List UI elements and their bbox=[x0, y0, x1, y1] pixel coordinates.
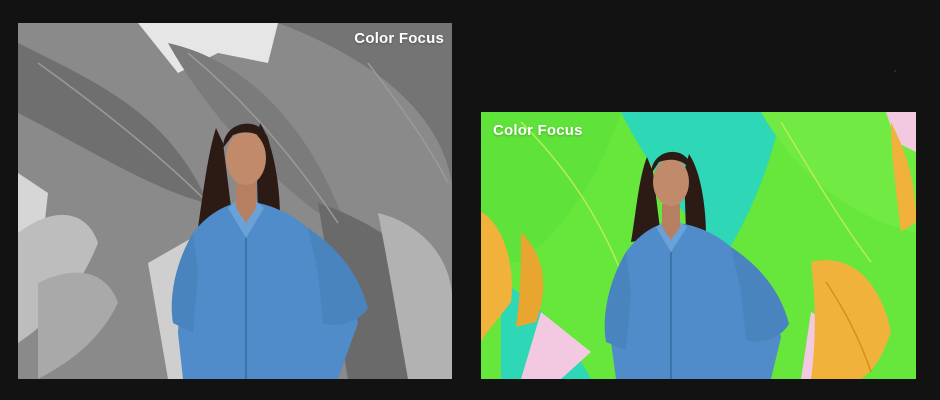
color-focus-label: Color Focus bbox=[354, 30, 444, 47]
color-focus-label: Color Focus bbox=[493, 122, 583, 139]
decorative-speck bbox=[894, 70, 896, 72]
photo-panel-right: Color Focus bbox=[481, 112, 916, 379]
grayscale-photo bbox=[18, 23, 452, 379]
photo-panel-left: Color Focus bbox=[18, 23, 452, 379]
color-photo bbox=[481, 112, 916, 379]
